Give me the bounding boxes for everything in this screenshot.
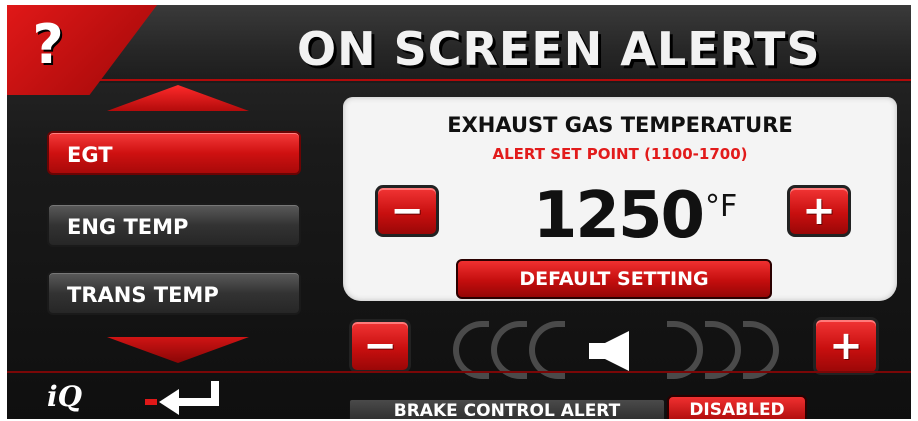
alert-setting-panel: EXHAUST GAS TEMPERATURE ALERT SET POINT … bbox=[343, 97, 897, 301]
plus-icon: + bbox=[829, 323, 863, 369]
setpoint-unit: °F bbox=[705, 189, 738, 224]
alert-title: EXHAUST GAS TEMPERATURE bbox=[447, 113, 793, 137]
return-arrow-icon[interactable] bbox=[145, 381, 235, 415]
header-divider bbox=[7, 79, 911, 81]
alert-range: ALERT SET POINT (1100-1700) bbox=[492, 145, 748, 163]
alert-item-label: ENG TEMP bbox=[67, 215, 189, 239]
iq-logo: iQ bbox=[47, 380, 83, 413]
volume-down-button[interactable]: − bbox=[349, 319, 411, 373]
alert-item-label: EGT bbox=[67, 143, 113, 167]
brake-control-toggle[interactable]: DISABLED bbox=[667, 395, 807, 419]
minus-icon: − bbox=[363, 323, 397, 369]
decrease-setpoint-button[interactable]: − bbox=[375, 185, 439, 237]
volume-slider[interactable] bbox=[447, 317, 787, 383]
alerts-screen: ? ON SCREEN ALERTS EGT ENG TEMP TRANS TE… bbox=[7, 5, 911, 419]
alert-item-label: TRANS TEMP bbox=[67, 283, 219, 307]
volume-up-button[interactable]: + bbox=[813, 317, 879, 375]
help-icon[interactable]: ? bbox=[23, 15, 73, 75]
brake-control-label: BRAKE CONTROL ALERT bbox=[349, 399, 665, 419]
alert-item-eng-temp[interactable]: ENG TEMP bbox=[47, 203, 301, 247]
footer-divider bbox=[7, 371, 911, 373]
setpoint-value: 1250 bbox=[532, 179, 705, 253]
plus-icon: + bbox=[802, 188, 836, 234]
default-setting-button[interactable]: DEFAULT SETTING bbox=[456, 259, 772, 299]
alert-item-egt[interactable]: EGT bbox=[47, 131, 301, 175]
speaker-icon bbox=[589, 331, 629, 371]
scroll-down-icon[interactable] bbox=[107, 337, 249, 363]
page-title: ON SCREEN ALERTS bbox=[297, 22, 821, 76]
scroll-up-icon[interactable] bbox=[107, 85, 249, 111]
alert-item-trans-temp[interactable]: TRANS TEMP bbox=[47, 271, 301, 315]
increase-setpoint-button[interactable]: + bbox=[787, 185, 851, 237]
minus-icon: − bbox=[390, 188, 424, 234]
